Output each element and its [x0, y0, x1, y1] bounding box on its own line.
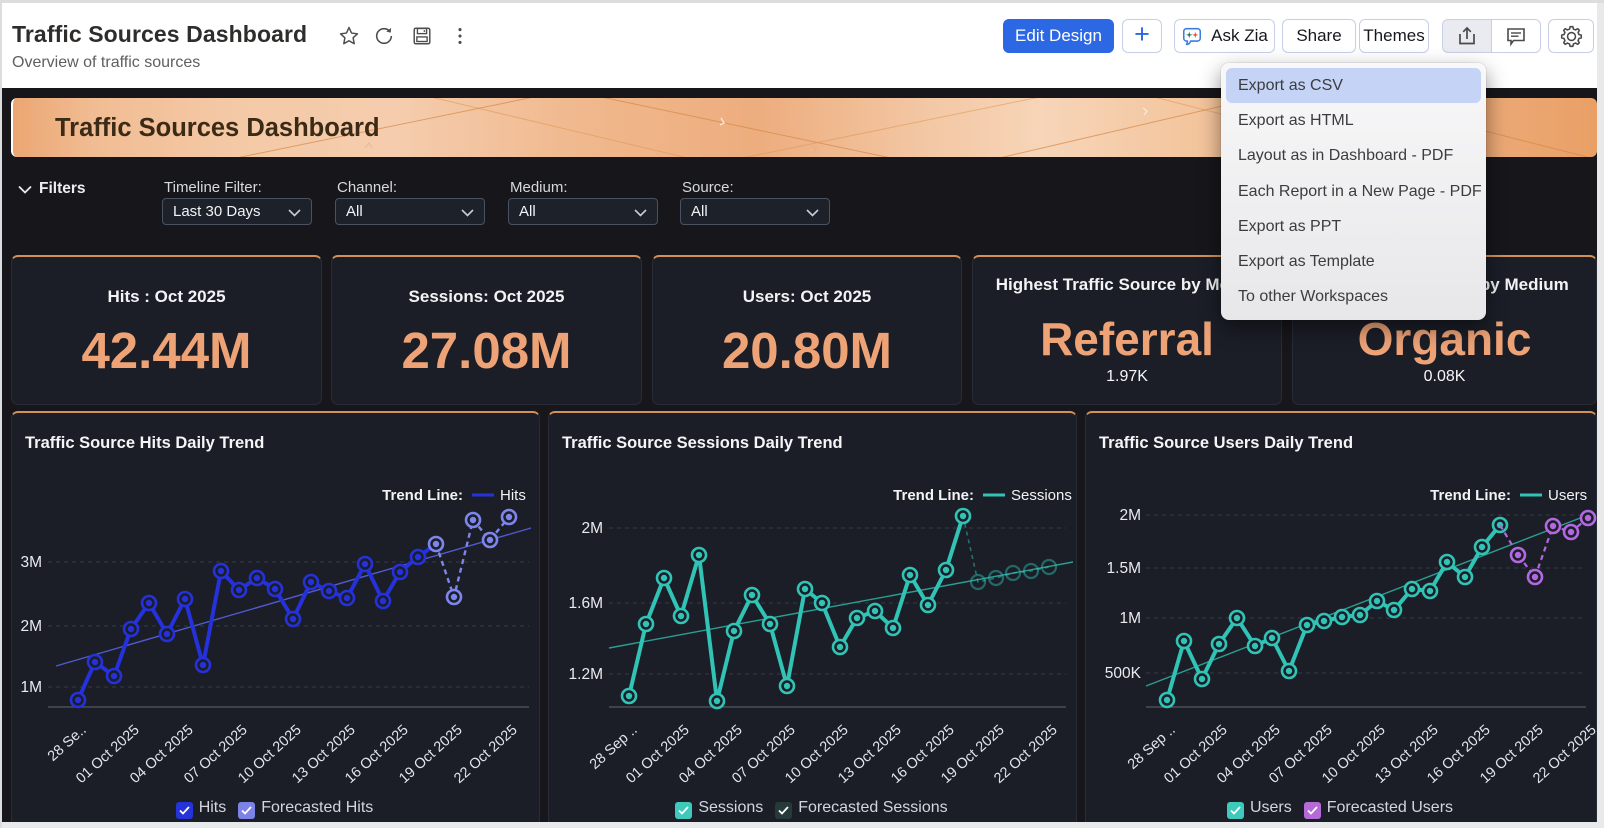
svg-text:2M: 2M [1119, 507, 1141, 524]
svg-text:1M: 1M [1119, 610, 1141, 627]
svg-text:Sessions: Sessions [1011, 487, 1072, 504]
svg-text:28 Sep ..: 28 Sep .. [587, 722, 641, 773]
svg-text:Trend Line:: Trend Line: [893, 487, 974, 504]
svg-text:Trend Line:: Trend Line: [1430, 487, 1511, 504]
svg-text:1M: 1M [20, 679, 42, 696]
svg-text:1.5M: 1.5M [1107, 560, 1141, 577]
svg-text:2M: 2M [581, 520, 603, 537]
svg-text:Trend Line:: Trend Line: [382, 487, 463, 504]
svg-text:28 Se..: 28 Se.. [45, 722, 90, 765]
svg-text:Users: Users [1548, 487, 1587, 504]
svg-text:1.2M: 1.2M [569, 666, 603, 683]
svg-text:500K: 500K [1105, 665, 1142, 682]
svg-text:Hits: Hits [500, 487, 526, 504]
svg-text:28 Sep ..: 28 Sep .. [1125, 722, 1179, 773]
svg-text:1.6M: 1.6M [569, 595, 603, 612]
svg-text:3M: 3M [20, 554, 42, 571]
svg-text:2M: 2M [20, 618, 42, 635]
